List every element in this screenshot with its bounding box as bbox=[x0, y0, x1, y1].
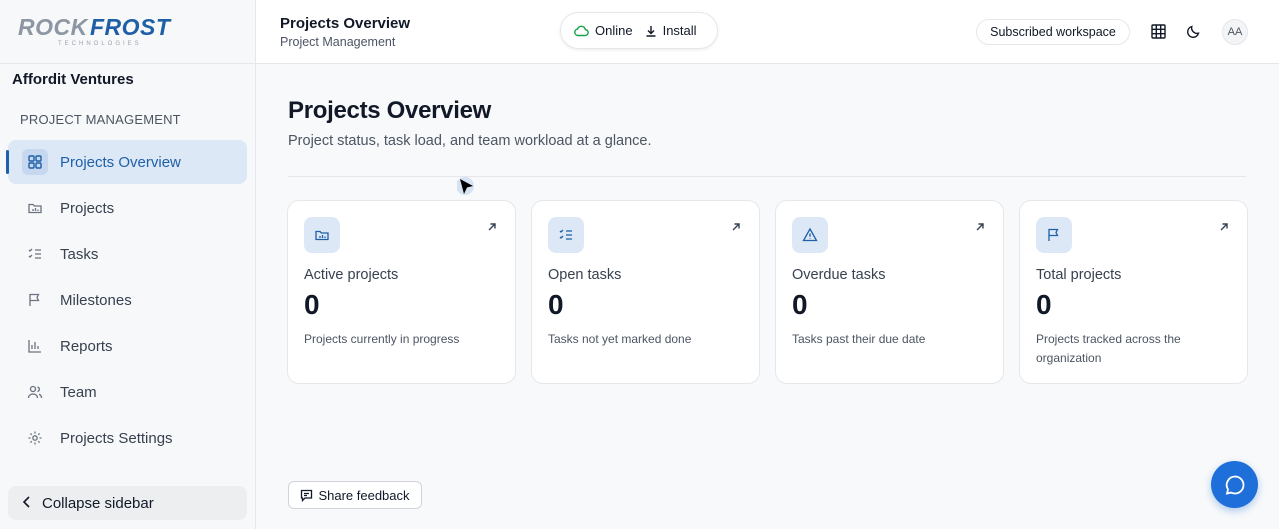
stat-card-active-projects[interactable]: Active projects 0 Projects currently in … bbox=[287, 200, 516, 384]
sidebar: ROCK FROST TECHNOLOGIES Affordit Venture… bbox=[0, 0, 256, 529]
chevron-left-icon bbox=[22, 495, 32, 511]
gear-icon bbox=[22, 425, 48, 451]
section-label: PROJECT MANAGEMENT bbox=[20, 112, 181, 127]
sidebar-item-tasks[interactable]: Tasks bbox=[8, 232, 247, 276]
sidebar-item-projects[interactable]: Projects bbox=[8, 186, 247, 230]
stat-card-total-projects[interactable]: Total projects 0 Projects tracked across… bbox=[1019, 200, 1248, 384]
card-description: Tasks past their due date bbox=[792, 332, 926, 346]
sidebar-item-label: Milestones bbox=[60, 291, 132, 309]
arrow-up-right-icon[interactable] bbox=[731, 219, 741, 237]
header-subtitle: Project Management bbox=[280, 35, 396, 49]
install-button[interactable]: Install bbox=[645, 23, 697, 38]
card-label: Open tasks bbox=[548, 267, 622, 283]
download-icon bbox=[646, 25, 656, 37]
card-label: Overdue tasks bbox=[792, 267, 886, 283]
card-description: Projects currently in progress bbox=[304, 332, 460, 346]
arrow-up-right-icon[interactable] bbox=[975, 219, 985, 237]
flag-icon bbox=[1036, 217, 1072, 253]
card-label: Active projects bbox=[304, 267, 399, 283]
header-title: Projects Overview bbox=[280, 15, 411, 32]
online-label: Online bbox=[595, 23, 633, 38]
card-description: Tasks not yet marked done bbox=[548, 332, 692, 346]
svg-text:TECHNOLOGIES: TECHNOLOGIES bbox=[58, 41, 142, 47]
sidebar-item-label: Projects bbox=[60, 199, 115, 217]
sidebar-item-label: Projects Settings bbox=[60, 429, 173, 447]
chat-button[interactable] bbox=[1211, 461, 1258, 508]
page-title: Projects Overview bbox=[288, 97, 492, 124]
card-description: Projects tracked across the organization bbox=[1036, 332, 1181, 365]
online-status: Online bbox=[573, 23, 633, 38]
sidebar-item-label: Team bbox=[60, 383, 97, 401]
sidebar-item-projects-settings[interactable]: Projects Settings bbox=[8, 416, 247, 460]
feedback-icon bbox=[301, 489, 313, 502]
top-header: Projects Overview Project Management Onl… bbox=[256, 0, 1279, 64]
card-value: 0 bbox=[792, 289, 808, 320]
logo-area: ROCK FROST TECHNOLOGIES bbox=[0, 0, 255, 64]
collapse-sidebar-button[interactable]: Collapse sidebar bbox=[8, 486, 247, 520]
folder-icon bbox=[22, 195, 48, 221]
users-icon bbox=[22, 379, 48, 405]
subscribed-workspace-button[interactable]: Subscribed workspace bbox=[976, 19, 1130, 45]
page-subtitle: Project status, task load, and team work… bbox=[288, 133, 652, 149]
stat-card-overdue-tasks[interactable]: Overdue tasks 0 Tasks past their due dat… bbox=[775, 200, 1004, 384]
sidebar-nav: Projects Overview Projects Tasks Milesto… bbox=[6, 140, 247, 462]
divider bbox=[288, 176, 1246, 177]
checklist-icon bbox=[22, 241, 48, 267]
card-label: Total projects bbox=[1036, 267, 1122, 283]
sidebar-item-reports[interactable]: Reports bbox=[8, 324, 247, 368]
stat-card-open-tasks[interactable]: Open tasks 0 Tasks not yet marked done bbox=[531, 200, 760, 384]
sidebar-item-label: Reports bbox=[60, 337, 113, 355]
share-feedback-button[interactable]: Share feedback bbox=[288, 481, 422, 509]
sidebar-item-team[interactable]: Team bbox=[8, 370, 247, 414]
mouse-cursor-icon bbox=[457, 177, 474, 195]
collapse-sidebar-label: Collapse sidebar bbox=[42, 494, 154, 512]
brand-logo[interactable]: ROCK FROST TECHNOLOGIES bbox=[18, 14, 176, 48]
sidebar-item-label: Tasks bbox=[60, 245, 99, 263]
sidebar-item-label: Projects Overview bbox=[60, 153, 181, 171]
sidebar-item-milestones[interactable]: Milestones bbox=[8, 278, 247, 322]
user-avatar[interactable]: AA bbox=[1222, 19, 1248, 45]
status-pill: Online Install bbox=[560, 12, 718, 49]
checklist-icon bbox=[548, 217, 584, 253]
install-label: Install bbox=[662, 23, 697, 38]
moon-icon[interactable] bbox=[1184, 22, 1202, 40]
sidebar-item-projects-overview[interactable]: Projects Overview bbox=[6, 140, 247, 184]
svg-text:ROCK: ROCK bbox=[18, 14, 89, 40]
arrow-up-right-icon[interactable] bbox=[1219, 219, 1229, 237]
arrow-up-right-icon[interactable] bbox=[487, 219, 497, 237]
card-value: 0 bbox=[1036, 289, 1052, 320]
card-value: 0 bbox=[304, 289, 320, 320]
apps-grid-icon[interactable] bbox=[1149, 22, 1167, 40]
svg-text:FROST: FROST bbox=[90, 14, 172, 40]
grid-icon bbox=[22, 149, 48, 175]
bar-chart-icon bbox=[22, 333, 48, 359]
share-feedback-label: Share feedback bbox=[318, 487, 410, 503]
flag-icon bbox=[22, 287, 48, 313]
folder-icon bbox=[304, 217, 340, 253]
cloud-icon bbox=[574, 25, 589, 36]
warning-icon bbox=[792, 217, 828, 253]
card-value: 0 bbox=[548, 289, 564, 320]
chat-bubble-icon bbox=[1225, 475, 1244, 495]
org-name: Affordit Ventures bbox=[12, 71, 134, 88]
